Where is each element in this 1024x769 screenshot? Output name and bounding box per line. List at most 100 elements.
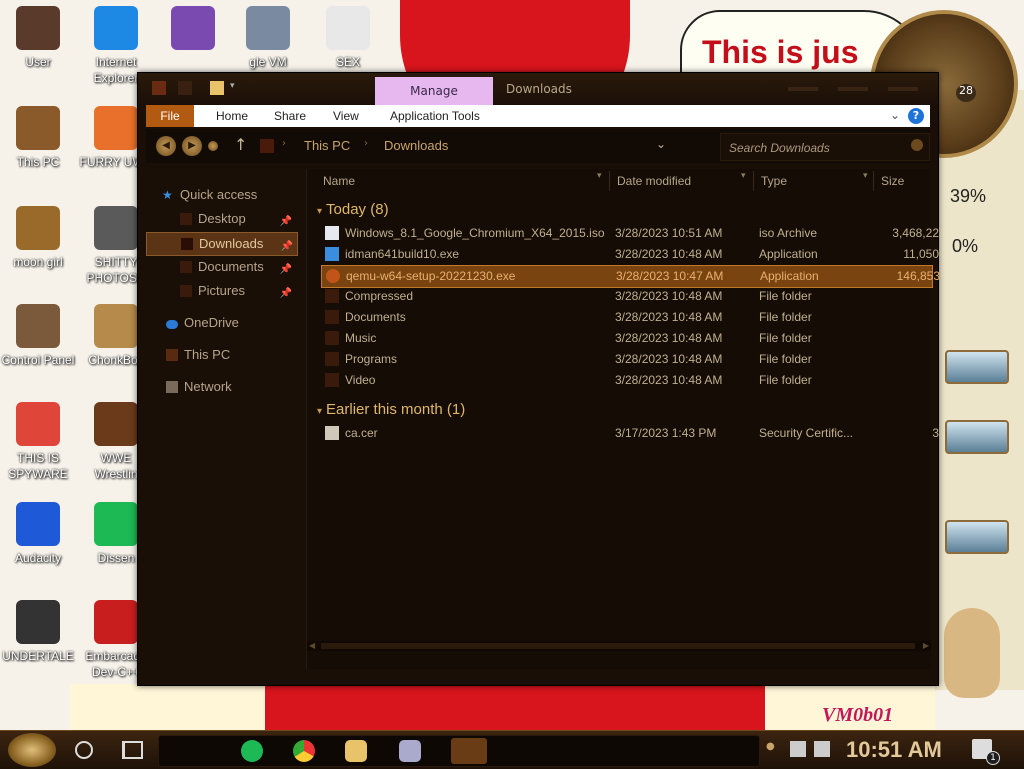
chevron-down-icon[interactable]: ▾ bbox=[317, 406, 322, 417]
tab-application-tools[interactable]: Application Tools bbox=[390, 105, 480, 127]
network-icon bbox=[166, 381, 178, 393]
volume-muted-icon[interactable] bbox=[814, 741, 830, 757]
qemu-icon[interactable] bbox=[451, 738, 487, 764]
column-header-date[interactable]: Date modified bbox=[617, 171, 691, 191]
task-manager-icon[interactable] bbox=[399, 740, 421, 762]
network-icon[interactable] bbox=[790, 741, 806, 757]
manage-context-tab[interactable]: Manage bbox=[375, 77, 493, 105]
group-header[interactable]: ▾ Earlier this month (1) bbox=[317, 401, 465, 421]
wallpaper-panel bbox=[935, 90, 1024, 690]
column-header-name[interactable]: Name bbox=[323, 171, 355, 191]
taskbar-clock[interactable]: 10:51 AM bbox=[846, 737, 942, 763]
cell-name: Video bbox=[345, 373, 376, 387]
desktop-icon[interactable]: gle VM bbox=[230, 6, 306, 70]
group-header[interactable]: ▾ Today (8) bbox=[317, 201, 389, 221]
steampunk-pipe bbox=[945, 520, 1009, 554]
file-list: Name ▾ Date modified ▾ Type ▾ Size ▾ Toda… bbox=[306, 169, 940, 669]
minimize-button[interactable] bbox=[788, 87, 818, 91]
start-button[interactable] bbox=[8, 733, 56, 767]
chrome-icon[interactable] bbox=[293, 740, 315, 762]
column-header-type[interactable]: Type bbox=[761, 171, 787, 191]
column-divider[interactable] bbox=[873, 171, 874, 191]
customize-qat-icon[interactable]: ▾ bbox=[230, 81, 244, 95]
title-bar[interactable]: ▾ Manage Downloads bbox=[138, 73, 938, 105]
column-divider[interactable] bbox=[753, 171, 754, 191]
scrollbar-thumb[interactable] bbox=[321, 643, 915, 649]
tab-share[interactable]: Share bbox=[274, 105, 306, 127]
chevron-down-icon[interactable]: ▾ bbox=[863, 171, 868, 181]
app-icon bbox=[94, 502, 138, 546]
tab-view[interactable]: View bbox=[333, 105, 359, 127]
maximize-button[interactable] bbox=[838, 87, 868, 91]
cell-name: ca.cer bbox=[345, 426, 378, 440]
desktop-icon[interactable]: THIS IS SPYWARE bbox=[0, 402, 76, 482]
forward-button[interactable]: ▶ bbox=[182, 136, 202, 156]
chevron-down-icon[interactable]: ▾ bbox=[597, 171, 602, 181]
desktop-icon[interactable]: This PC bbox=[0, 106, 76, 170]
column-header-size[interactable]: Size bbox=[881, 171, 904, 191]
wallpaper-shape bbox=[70, 684, 265, 730]
horizontal-scrollbar[interactable]: ◀ ▶ bbox=[307, 641, 931, 651]
file-row[interactable]: Windows_8.1_Google_Chromium_X64_2015.iso… bbox=[321, 223, 939, 244]
desktop-icon[interactable]: User bbox=[0, 6, 76, 70]
breadcrumb-this-pc[interactable]: This PC bbox=[304, 138, 350, 153]
search-circle-icon[interactable] bbox=[75, 741, 93, 759]
file-row[interactable]: ca.cer 3/17/2023 1:43 PM Security Certific… bbox=[321, 423, 939, 444]
file-row[interactable]: Music 3/28/2023 10:48 AM File folder bbox=[321, 328, 931, 349]
nav-onedrive[interactable]: OneDrive bbox=[162, 312, 312, 334]
downloads-icon bbox=[181, 238, 193, 250]
search-input[interactable] bbox=[727, 138, 901, 158]
close-button[interactable] bbox=[888, 87, 918, 91]
file-row[interactable]: qemu-w64-setup-20221230.exe 3/28/2023 10:… bbox=[321, 265, 940, 288]
file-row[interactable]: idman641build10.exe 3/28/2023 10:48 AM App… bbox=[321, 244, 939, 265]
desktop-icon[interactable]: Control Panel bbox=[0, 304, 76, 368]
nav-pictures[interactable]: Pictures 📌 bbox=[146, 280, 296, 302]
cell-size: 146,853 bbox=[896, 269, 940, 283]
tray-overflow-icon[interactable]: ● bbox=[766, 741, 782, 757]
chevron-down-icon[interactable]: ▾ bbox=[741, 171, 746, 181]
navigation-pane: ★ Quick access Desktop 📌 Downloads 📌 Doc… bbox=[146, 171, 306, 671]
file-row[interactable]: Compressed 3/28/2023 10:48 AM File folder bbox=[321, 286, 931, 307]
task-view-icon[interactable] bbox=[122, 741, 143, 759]
breadcrumb-separator[interactable]: › bbox=[282, 138, 286, 149]
tab-file[interactable]: File bbox=[146, 105, 194, 127]
desktop-icon[interactable]: SEX bbox=[310, 6, 386, 70]
file-row[interactable]: Video 3/28/2023 10:48 AM File folder bbox=[321, 370, 931, 391]
nav-quick-access[interactable]: ★ Quick access bbox=[162, 184, 312, 206]
search-icon[interactable] bbox=[911, 139, 923, 151]
recent-locations-button[interactable] bbox=[208, 141, 218, 151]
nav-downloads[interactable]: Downloads 📌 bbox=[146, 232, 298, 256]
desktop-icon[interactable] bbox=[155, 6, 231, 54]
address-dropdown-icon[interactable]: ⌄ bbox=[656, 137, 666, 151]
desktop-icon[interactable]: moon girl bbox=[0, 206, 76, 270]
breadcrumb-separator[interactable]: › bbox=[364, 138, 368, 149]
file-explorer-icon[interactable] bbox=[345, 740, 367, 762]
new-folder-icon[interactable] bbox=[210, 81, 224, 95]
breadcrumb-downloads[interactable]: Downloads bbox=[384, 138, 448, 153]
chevron-down-icon[interactable]: ▾ bbox=[317, 206, 322, 217]
file-explorer-window[interactable]: ▾ Manage Downloads File Home Share View … bbox=[137, 72, 940, 686]
spotify-icon[interactable] bbox=[241, 740, 263, 762]
nav-desktop[interactable]: Desktop 📌 bbox=[146, 208, 296, 230]
search-box[interactable] bbox=[720, 133, 930, 161]
tab-home[interactable]: Home bbox=[216, 105, 248, 127]
desktop-icon[interactable]: UNDERTALE bbox=[0, 600, 76, 664]
nav-this-pc[interactable]: This PC bbox=[162, 344, 312, 366]
column-divider[interactable] bbox=[609, 171, 610, 191]
back-button[interactable]: ◀ bbox=[156, 136, 176, 156]
quick-properties-icon[interactable] bbox=[178, 81, 192, 95]
scroll-left-icon[interactable]: ◀ bbox=[309, 641, 315, 650]
nav-network[interactable]: Network bbox=[162, 376, 312, 398]
help-button[interactable]: ? bbox=[908, 108, 924, 124]
file-row[interactable]: Documents 3/28/2023 10:48 AM File folder bbox=[321, 307, 931, 328]
nav-label: Pictures bbox=[198, 283, 245, 298]
chevron-down-icon[interactable]: ⌄ bbox=[890, 108, 900, 122]
address-bar: ◀ ▶ ↑ › This PC › Downloads ⌄ bbox=[146, 129, 930, 163]
nav-documents[interactable]: Documents 📌 bbox=[146, 256, 296, 278]
cell-type: Security Certific... bbox=[759, 426, 854, 440]
qemu-file-icon bbox=[326, 269, 340, 283]
scroll-right-icon[interactable]: ▶ bbox=[923, 641, 929, 650]
desktop-icon[interactable]: Audacity bbox=[0, 502, 76, 566]
file-row[interactable]: Programs 3/28/2023 10:48 AM File folder bbox=[321, 349, 931, 370]
up-arrow-icon[interactable]: ↑ bbox=[234, 135, 247, 154]
